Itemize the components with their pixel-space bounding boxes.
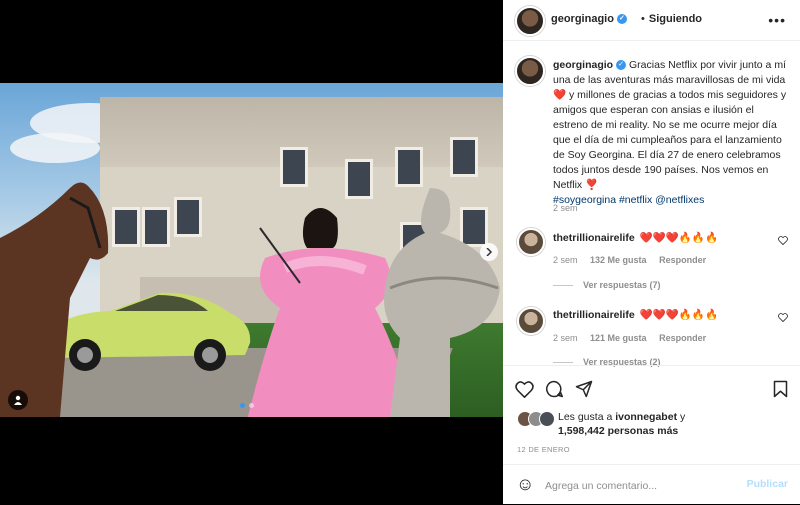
likers-avatars[interactable] (517, 411, 561, 427)
likes-joiner: y (679, 411, 686, 423)
caption-age: 2 sem (553, 203, 578, 213)
comment: thetrillionairelife ❤️❤️❤️🔥🔥🔥 (553, 308, 718, 321)
comment-username[interactable]: thetrillionairelife (553, 232, 635, 244)
carousel-indicator (240, 403, 254, 408)
likes-summary: Les gusta a ivonnegabet y 1,598,442 pers… (558, 410, 685, 438)
caption-author-avatar[interactable] (515, 56, 545, 86)
comment-meta: 2 sem 121 Me gusta Responder (553, 333, 706, 343)
verified-icon: ✓ (616, 14, 627, 25)
likes-count[interactable]: 1,598,442 personas más (558, 425, 678, 437)
author-username-header[interactable]: georginagio ✓ (551, 13, 627, 25)
carousel-next-icon (486, 248, 493, 256)
more-options-icon[interactable]: ••• (768, 12, 786, 28)
post-modal: georginagio ✓ • Siguiendo ••• georginagio ✓… (0, 0, 800, 504)
likes-first-user[interactable]: ivonnegabet (615, 411, 677, 423)
comment-username[interactable]: thetrillionairelife (553, 309, 635, 321)
comment-age: 2 sem (553, 255, 578, 265)
comment-avatar[interactable] (517, 228, 545, 256)
header-separator: • (641, 13, 645, 25)
comment-text: ❤️❤️❤️🔥🔥🔥 (639, 232, 719, 244)
photo-horse (0, 182, 109, 417)
user-tag-icon (14, 395, 22, 405)
caption-line: estreno de mi reality. No se me ocurre m… (553, 119, 777, 131)
follow-status-button[interactable]: • Siguiendo (641, 13, 702, 25)
emoji-icon[interactable]: ☺ (516, 474, 534, 495)
follow-status-label[interactable]: Siguiendo (649, 13, 702, 25)
caption-line: que el día de mi cumpleaños para el lanz… (553, 134, 782, 146)
heart-icon[interactable] (515, 381, 534, 398)
carousel-dot (240, 403, 245, 408)
replies-divider (553, 285, 573, 287)
author-avatar[interactable] (515, 6, 545, 36)
action-bar (503, 365, 800, 416)
caption-line: amigos que esperan con ansias e ilusión … (553, 104, 754, 116)
photo-cloud (10, 133, 100, 163)
caption-line: de Soy Georgina. El día 27 de enero cele… (553, 149, 781, 161)
comment-meta: 2 sem 132 Me gusta Responder (553, 255, 706, 265)
bookmark-icon[interactable] (773, 380, 788, 398)
post-side-panel: georginagio ✓ • Siguiendo ••• georginagio ✓… (503, 0, 800, 504)
comment-like-count[interactable]: 132 Me gusta (590, 255, 647, 265)
view-replies-button[interactable]: Ver respuestas (7) (553, 280, 661, 290)
carousel-dot (249, 403, 254, 408)
caption-line: Gracias Netflix por vivir junto a mí (629, 59, 786, 71)
comment-icon[interactable] (545, 380, 563, 398)
liker-avatar[interactable] (539, 411, 555, 427)
comment-age: 2 sem (553, 333, 578, 343)
comment-input[interactable] (543, 477, 747, 495)
user-tag-button[interactable] (8, 390, 28, 410)
share-icon[interactable] (575, 380, 593, 398)
post-photo[interactable] (0, 83, 503, 417)
comment-reply-button[interactable]: Responder (659, 333, 706, 343)
post-date[interactable]: 12 DE ENERO (517, 445, 570, 454)
carousel-next-button[interactable] (480, 243, 498, 261)
view-replies-label[interactable]: Ver respuestas (7) (583, 280, 661, 290)
replies-divider (553, 362, 573, 364)
caption-line: Netflix ❣️ (553, 179, 599, 191)
comment: thetrillionairelife ❤️❤️❤️🔥🔥🔥 (553, 231, 718, 244)
caption-username[interactable]: georginagio (553, 59, 613, 71)
caption-line: ❤️ y millones de gracias a todos mis seg… (553, 89, 787, 101)
post-caption: georginagio ✓ Gracias Netflix por vivir j… (553, 58, 789, 208)
caption-line: una de las aventuras más maravillosas de… (553, 74, 786, 86)
likes-prefix: Les gusta a (558, 411, 613, 423)
comment-text: ❤️❤️❤️🔥🔥🔥 (639, 309, 719, 321)
author-username-text[interactable]: georginagio (551, 13, 614, 25)
comment-composer: ☺ Publicar (503, 464, 800, 505)
comment-avatar[interactable] (517, 307, 545, 335)
photo-stone-urn (384, 188, 500, 417)
comment-like-count[interactable]: 121 Me gusta (590, 333, 647, 343)
caption-line: todos juntos desde 190 países. Nos vemos… (553, 164, 769, 176)
verified-icon: ✓ (616, 60, 627, 71)
comment-like-heart-icon[interactable] (778, 236, 788, 245)
post-header: georginagio ✓ • Siguiendo ••• (503, 0, 800, 41)
comment-like-heart-icon[interactable] (778, 313, 788, 322)
comment-reply-button[interactable]: Responder (659, 255, 706, 265)
publish-button[interactable]: Publicar (747, 478, 788, 490)
